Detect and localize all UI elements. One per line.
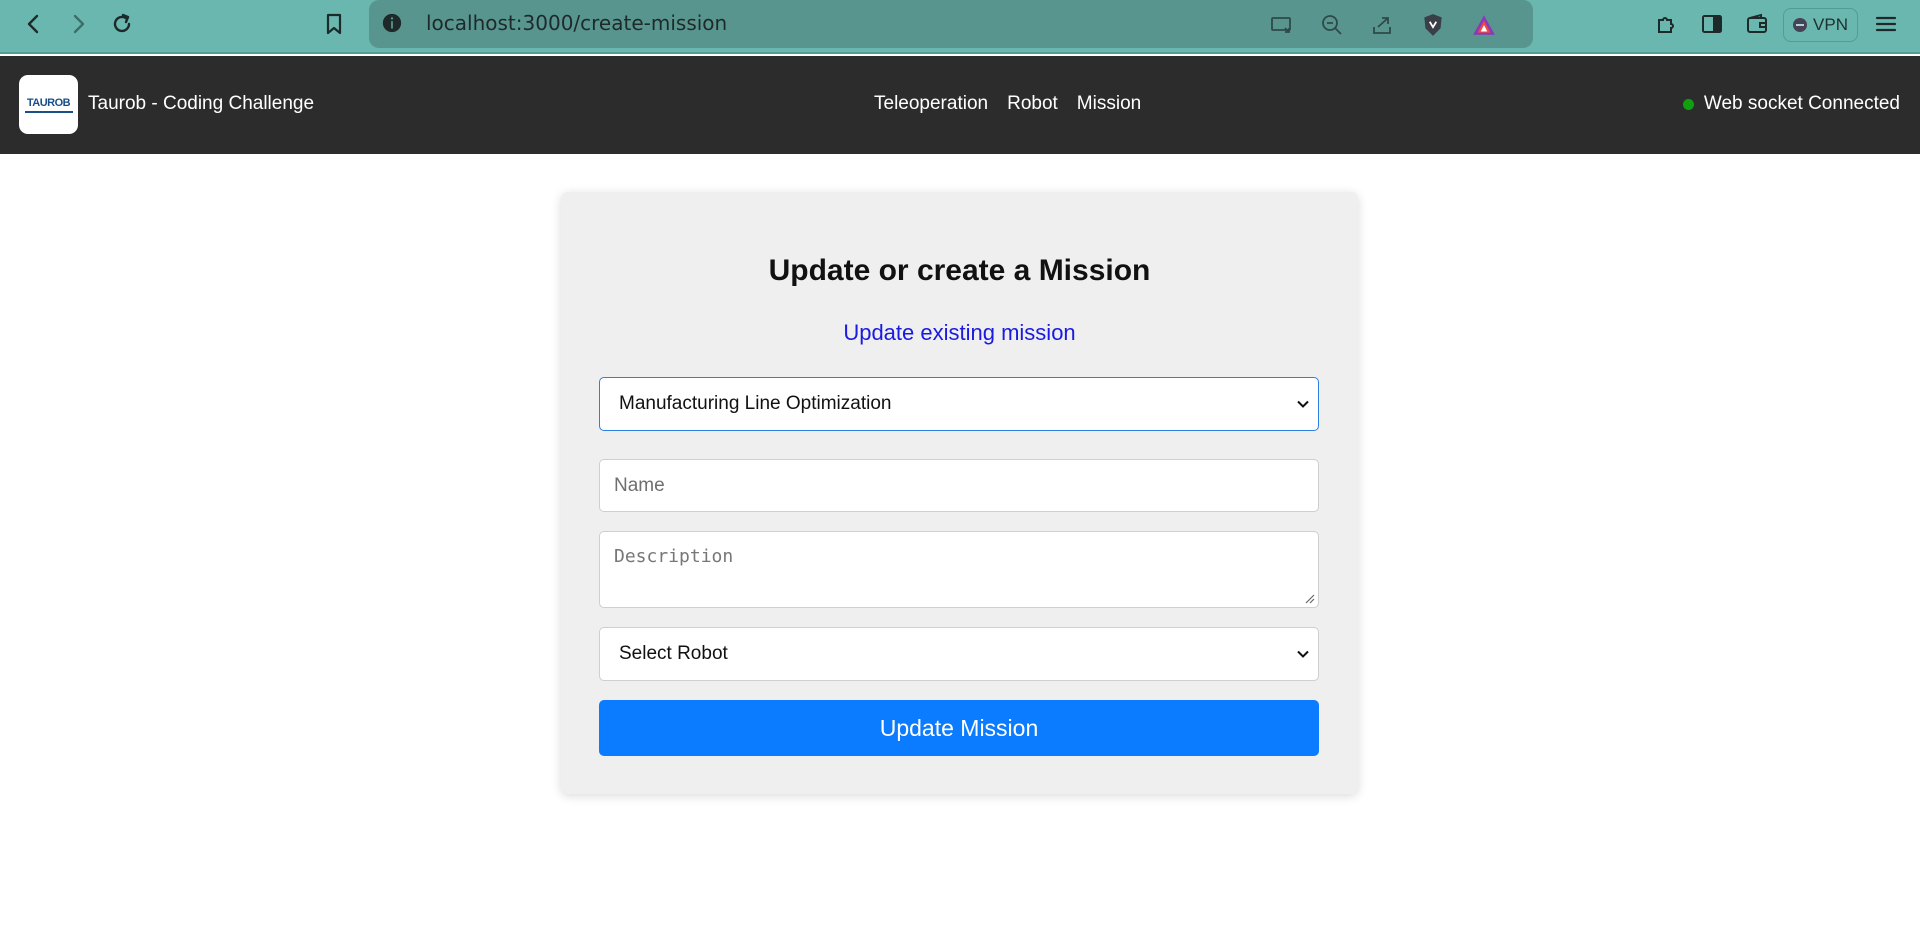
brand-title[interactable]: Taurob - Coding Challenge: [88, 93, 314, 115]
address-bar[interactable]: localhost:3000/create-mission: [369, 0, 1533, 48]
mission-select[interactable]: Manufacturing Line Optimization: [599, 377, 1319, 431]
cast-icon[interactable]: [1268, 12, 1294, 38]
vpn-status-icon: [1793, 18, 1808, 32]
mission-form-card: Update or create a Mission Update existi…: [561, 192, 1358, 794]
bookmark-button[interactable]: [318, 8, 350, 40]
wallet-button[interactable]: [1741, 8, 1773, 40]
connection-status-dot-icon: [1682, 98, 1694, 110]
chevron-down-icon: [1297, 400, 1309, 408]
logo-text: TAUROB: [26, 96, 71, 109]
form-title: Update or create a Mission: [768, 254, 1151, 287]
reload-button[interactable]: [106, 8, 138, 40]
url-text[interactable]: localhost:3000/create-mission: [426, 11, 727, 35]
brave-shield-icon[interactable]: [1420, 12, 1446, 38]
update-existing-mission-link[interactable]: Update existing mission: [561, 320, 1358, 346]
nav-teleoperation[interactable]: Teleoperation: [874, 93, 988, 115]
brave-rewards-icon[interactable]: [1471, 12, 1497, 38]
main-nav: Teleoperation Robot Mission: [874, 93, 1141, 115]
websocket-status: Web socket Connected: [1682, 93, 1900, 115]
taurob-logo[interactable]: TAUROB: [19, 75, 78, 134]
puzzle-icon: [1658, 17, 1674, 33]
app-header: TAUROB Taurob - Coding Challenge Teleope…: [0, 56, 1920, 154]
sidebar-button[interactable]: [1696, 8, 1728, 40]
back-arrow-icon: [27, 14, 39, 34]
sidebar-icon: [1702, 15, 1722, 33]
update-mission-button[interactable]: Update Mission: [599, 700, 1319, 756]
name-input[interactable]: [600, 460, 1318, 511]
back-button[interactable]: [18, 8, 50, 40]
forward-button[interactable]: [62, 8, 94, 40]
hamburger-menu-icon: [1875, 16, 1897, 32]
zoom-out-icon[interactable]: [1319, 12, 1345, 38]
logo-underline: [24, 110, 73, 113]
nav-mission[interactable]: Mission: [1077, 93, 1141, 115]
reload-icon: [113, 13, 131, 33]
name-field[interactable]: [599, 459, 1319, 512]
description-field[interactable]: [599, 531, 1319, 608]
nav-robot[interactable]: Robot: [1007, 93, 1058, 115]
description-textarea[interactable]: [600, 532, 1318, 607]
chevron-down-icon: [1297, 650, 1309, 658]
resize-handle-icon[interactable]: [1303, 592, 1315, 604]
robot-select-value: Select Robot: [619, 643, 728, 664]
menu-button[interactable]: [1870, 8, 1902, 40]
vpn-button[interactable]: VPN: [1783, 8, 1858, 42]
forward-arrow-icon: [73, 14, 85, 34]
share-icon[interactable]: [1369, 12, 1395, 38]
browser-toolbar: localhost:3000/create-mission VPN: [0, 0, 1920, 54]
bookmark-icon: [326, 13, 342, 35]
robot-select[interactable]: Select Robot: [599, 627, 1319, 681]
extensions-button[interactable]: [1650, 8, 1682, 40]
vpn-label: VPN: [1813, 15, 1848, 34]
websocket-status-text: Web socket Connected: [1703, 93, 1900, 114]
wallet-icon: [1747, 13, 1767, 33]
site-info-icon[interactable]: [381, 12, 403, 34]
mission-select-value: Manufacturing Line Optimization: [619, 393, 892, 414]
